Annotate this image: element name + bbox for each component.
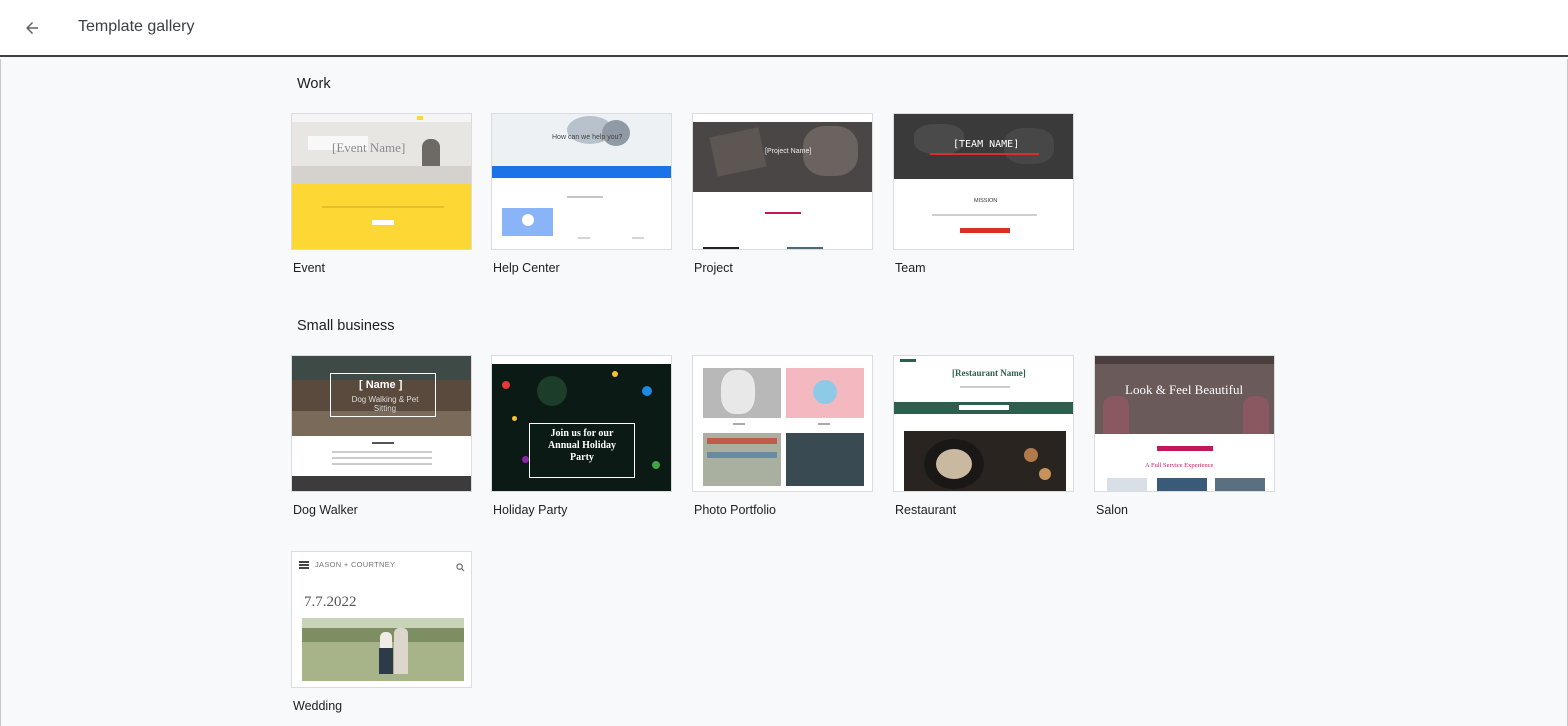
section-title-work: Work — [297, 76, 331, 92]
template-thumbnail-restaurant[interactable]: [Restaurant Name] — [893, 355, 1074, 492]
template-card-holiday-party[interactable]: Join us for our Annual Holiday Party Hol… — [491, 355, 672, 517]
template-thumbnail-salon[interactable]: Look & Feel Beautiful A Full Service Exp… — [1094, 355, 1275, 492]
template-thumbnail-dog-walker[interactable]: [ Name ] Dog Walking & Pet Sitting — [291, 355, 472, 492]
template-card-dog-walker[interactable]: [ Name ] Dog Walking & Pet Sitting Dog W… — [291, 355, 472, 517]
wedding-preview-heading: JASON + COURTNEY — [315, 560, 396, 569]
template-card-help-center[interactable]: How can we help you? Help Center — [491, 113, 672, 275]
template-thumbnail-photo-portfolio[interactable] — [692, 355, 873, 492]
dog-walker-preview-heading: [ Name ] — [359, 379, 403, 391]
salon-preview-heading: Look & Feel Beautiful — [1125, 382, 1244, 397]
template-name: Event — [293, 261, 325, 275]
dog-walker-preview-subheading: Dog Walking & Pet Sitting — [351, 395, 419, 413]
template-name: Project — [694, 261, 733, 275]
search-icon — [456, 559, 465, 577]
holiday-party-preview-heading: Join us for our Annual Holiday Party — [547, 428, 617, 463]
template-thumbnail-project[interactable]: [Project Name] — [692, 113, 873, 250]
template-name: Photo Portfolio — [694, 503, 776, 517]
template-name: Wedding — [293, 699, 343, 713]
section-title-small-business: Small business — [297, 318, 395, 334]
top-app-bar: Template gallery — [0, 0, 1568, 57]
template-thumbnail-event[interactable]: [Event Name] — [291, 113, 472, 250]
back-button[interactable] — [18, 14, 46, 42]
template-thumbnail-wedding[interactable]: JASON + COURTNEY 7.7.2022 — [291, 551, 472, 688]
template-card-project[interactable]: [Project Name] Project — [692, 113, 873, 275]
wedding-preview-date: 7.7.2022 — [304, 594, 357, 610]
template-card-team[interactable]: [TEAM NAME] MISSION Team — [893, 113, 1074, 275]
event-preview-heading: [Event Name] — [332, 140, 406, 155]
restaurant-preview-heading: [Restaurant Name] — [952, 368, 1026, 378]
template-card-salon[interactable]: Look & Feel Beautiful A Full Service Exp… — [1094, 355, 1275, 517]
team-preview-heading: [TEAM NAME] — [953, 139, 1020, 150]
template-name: Salon — [1096, 503, 1128, 517]
arrow-back-icon — [26, 22, 38, 34]
team-preview-subheading: MISSION — [974, 198, 998, 204]
page-title: Template gallery — [78, 18, 195, 35]
template-thumbnail-help-center[interactable]: How can we help you? — [491, 113, 672, 250]
template-name: Help Center — [493, 261, 560, 275]
project-preview-heading: [Project Name] — [765, 148, 812, 155]
template-thumbnail-holiday-party[interactable]: Join us for our Annual Holiday Party — [491, 355, 672, 492]
template-card-event[interactable]: [Event Name] Event — [291, 113, 472, 275]
help-center-preview-heading: How can we help you? — [552, 134, 623, 141]
template-name: Restaurant — [895, 503, 957, 517]
template-name: Holiday Party — [493, 503, 568, 517]
template-name: Team — [895, 261, 926, 275]
template-thumbnail-team[interactable]: [TEAM NAME] MISSION — [893, 113, 1074, 250]
template-card-restaurant[interactable]: [Restaurant Name] Restaurant — [893, 355, 1074, 517]
salon-preview-subheading: A Full Service Experience — [1145, 462, 1214, 469]
template-card-photo-portfolio[interactable]: Photo Portfolio — [692, 355, 873, 517]
template-card-wedding[interactable]: JASON + COURTNEY 7.7.2022 Wedding — [291, 551, 472, 713]
template-name: Dog Walker — [293, 503, 358, 517]
